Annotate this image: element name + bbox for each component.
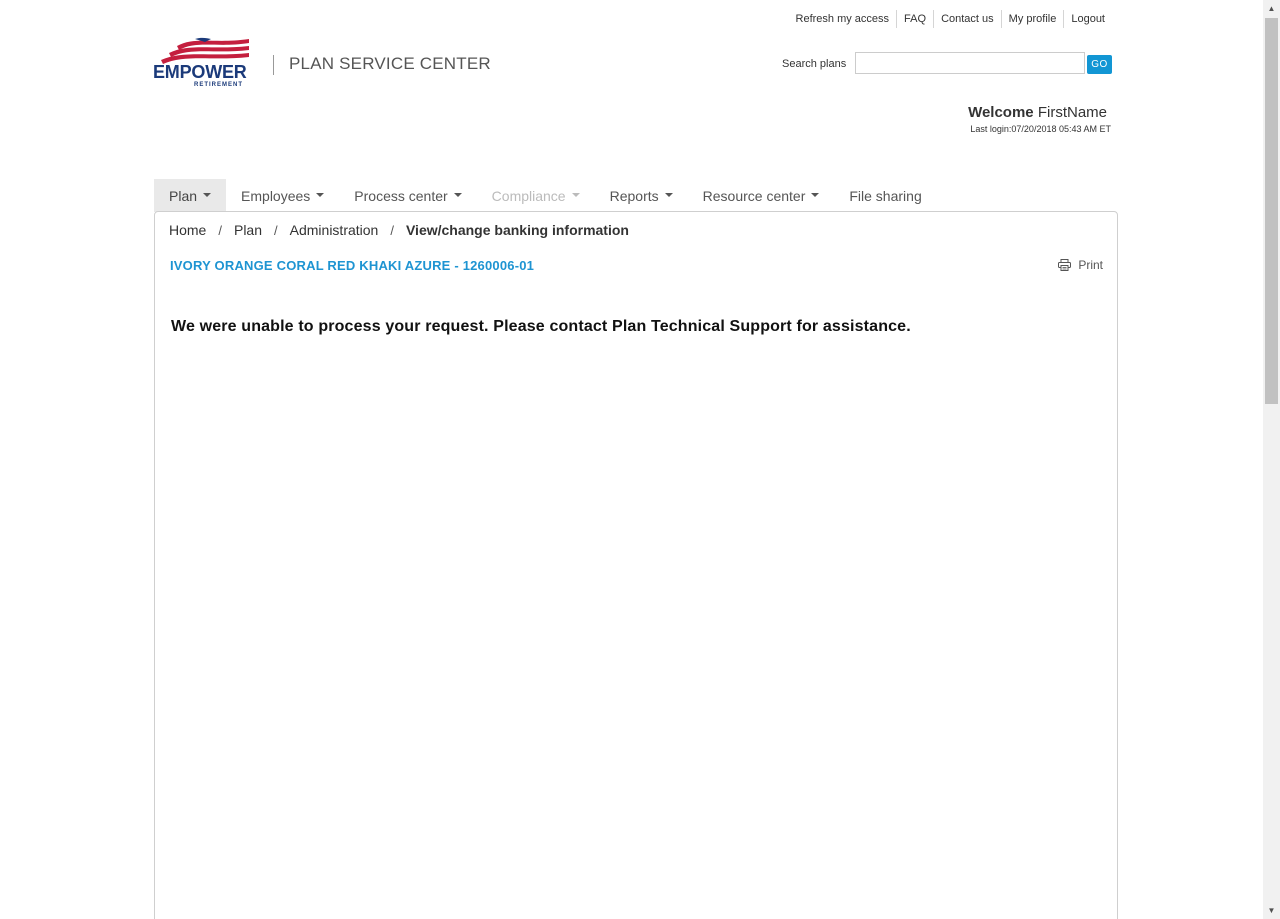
caret-down-icon — [571, 192, 580, 197]
breadcrumb-administration[interactable]: Administration — [290, 222, 379, 238]
nav-label: Resource center — [702, 187, 806, 204]
printer-icon — [1058, 259, 1072, 271]
error-message: We were unable to process your request. … — [171, 318, 911, 335]
logo-subtitle: RETIREMENT — [194, 82, 243, 88]
print-button[interactable]: Print — [1058, 258, 1103, 272]
vertical-scrollbar[interactable]: ▲ ▼ — [1263, 0, 1280, 919]
search-label: Search plans — [782, 58, 847, 70]
caret-down-icon — [664, 192, 673, 197]
nav-employees[interactable]: Employees — [226, 179, 339, 212]
nav-compliance: Compliance — [477, 179, 595, 212]
nav-label: Plan — [169, 187, 198, 204]
breadcrumb-home[interactable]: Home — [169, 222, 206, 238]
utility-nav: Refresh my access FAQ Contact us My prof… — [789, 10, 1112, 28]
logout-link[interactable]: Logout — [1063, 10, 1112, 28]
header-divider — [273, 55, 274, 75]
nav-plan[interactable]: Plan — [154, 179, 227, 212]
refresh-access-link[interactable]: Refresh my access — [789, 10, 897, 28]
print-label: Print — [1078, 258, 1103, 272]
faq-link[interactable]: FAQ — [896, 10, 933, 28]
nav-reports[interactable]: Reports — [595, 179, 688, 212]
plan-name: IVORY ORANGE CORAL RED KHAKI AZURE - 126… — [170, 258, 535, 273]
content-panel: Home / Plan / Administration / View/chan… — [154, 211, 1118, 919]
contact-us-link[interactable]: Contact us — [933, 10, 1001, 28]
caret-down-icon — [453, 192, 462, 197]
nav-label: Compliance — [491, 187, 566, 204]
breadcrumb: Home / Plan / Administration / View/chan… — [169, 222, 629, 238]
page: Refresh my access FAQ Contact us My prof… — [0, 0, 1280, 919]
caret-down-icon — [811, 192, 820, 197]
search-plans-input[interactable] — [855, 52, 1085, 74]
main-nav: Plan Employees Process center Compliance… — [154, 179, 937, 212]
breadcrumb-separator: / — [218, 222, 222, 238]
welcome-greeting: Welcome — [968, 104, 1034, 121]
my-profile-link[interactable]: My profile — [1000, 10, 1064, 28]
breadcrumb-plan[interactable]: Plan — [234, 222, 262, 238]
breadcrumb-current: View/change banking information — [405, 222, 629, 238]
nav-label: Employees — [241, 187, 311, 204]
breadcrumb-separator: / — [274, 222, 278, 238]
caret-down-icon — [203, 192, 212, 197]
nav-label: File sharing — [849, 187, 922, 204]
nav-file-sharing[interactable]: File sharing — [834, 179, 936, 212]
scroll-up-arrow-icon[interactable]: ▲ — [1263, 0, 1280, 17]
scroll-down-arrow-icon[interactable]: ▼ — [1263, 902, 1280, 919]
caret-down-icon — [316, 192, 325, 197]
breadcrumb-separator: / — [390, 222, 394, 238]
nav-process-center[interactable]: Process center — [339, 179, 476, 212]
search-go-button[interactable]: GO — [1087, 55, 1112, 74]
logo-wordmark: EMPOWER — [153, 62, 247, 82]
last-login: Last login:07/20/2018 05:43 AM ET — [970, 124, 1111, 134]
site-title: PLAN SERVICE CENTER — [289, 54, 491, 73]
empower-logo[interactable]: EMPOWER RETIREMENT — [153, 36, 253, 90]
scroll-thumb[interactable] — [1265, 18, 1278, 404]
nav-label: Process center — [354, 187, 448, 204]
flag-waves-icon — [161, 37, 249, 64]
nav-resource-center[interactable]: Resource center — [688, 179, 835, 212]
nav-label: Reports — [609, 187, 659, 204]
user-name: FirstName — [1037, 104, 1107, 121]
welcome-message: Welcome FirstName — [968, 104, 1107, 121]
